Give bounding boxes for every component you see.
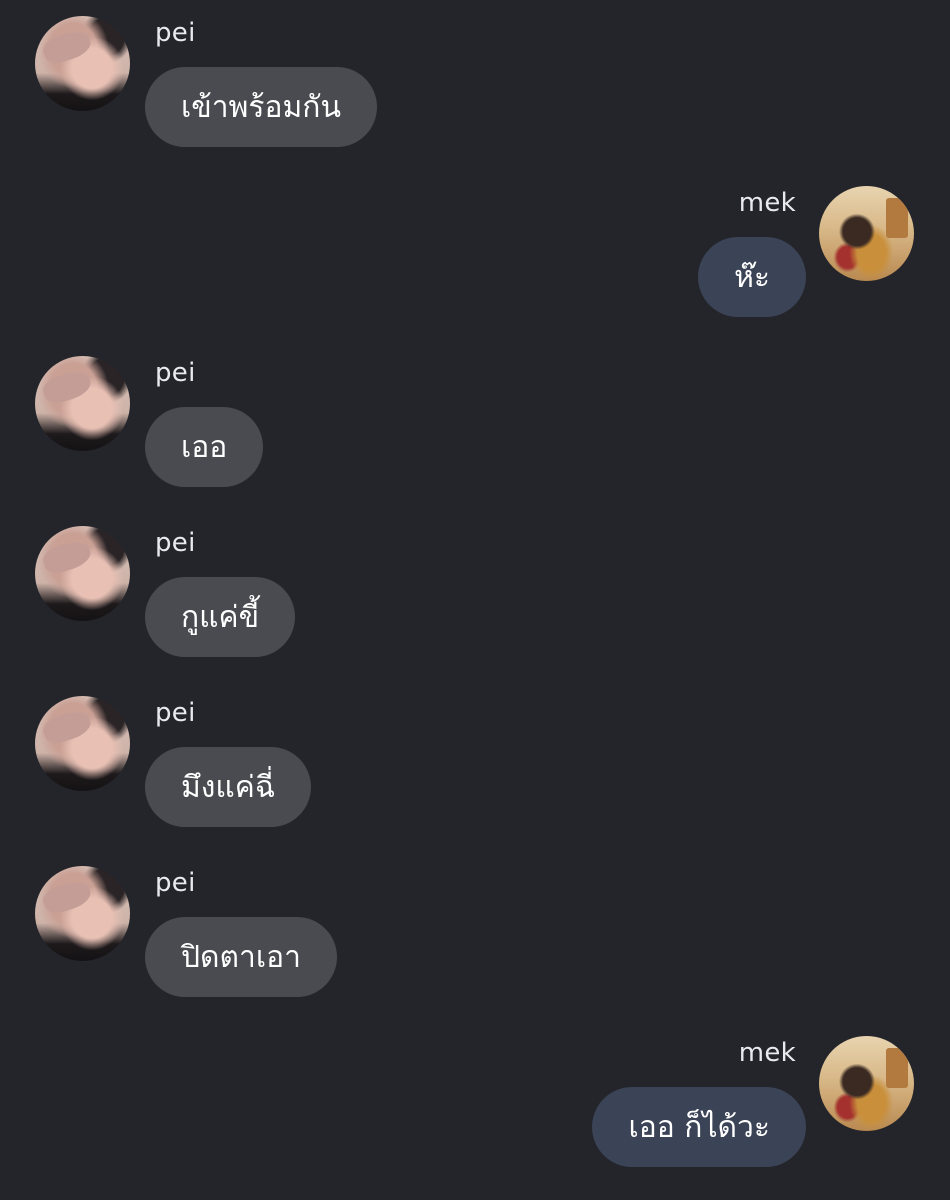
message-row: pei เออ: [0, 340, 950, 510]
sender-name: mek: [738, 1038, 796, 1068]
sender-name: pei: [155, 868, 196, 898]
message-bubble[interactable]: ปิดตาเอา: [145, 917, 337, 997]
sender-name: mek: [738, 188, 796, 218]
message-bubble[interactable]: มึงแค่ฉี่: [145, 747, 312, 827]
avatar-pei[interactable]: [35, 866, 130, 961]
sender-name: pei: [155, 528, 196, 558]
message-row: pei มึงแค่ฉี่: [0, 680, 950, 850]
sender-name: pei: [155, 358, 196, 388]
sender-name: pei: [155, 18, 196, 48]
message-bubble[interactable]: เออ: [145, 407, 264, 487]
avatar-pei[interactable]: [35, 696, 130, 791]
message-row: pei ปิดตาเอา: [0, 850, 950, 1020]
message-bubble[interactable]: เข้าพร้อมกัน: [145, 67, 377, 147]
message-row: mek เออ ก็ได้วะ: [0, 1020, 950, 1190]
sender-name: pei: [155, 698, 196, 728]
message-row: pei เข้าพร้อมกัน: [0, 0, 950, 170]
message-row: mek ห๊ะ: [0, 170, 950, 340]
chat-thread: pei เข้าพร้อมกัน mek ห๊ะ pei เออ pei กูแ…: [0, 0, 950, 1200]
message-bubble[interactable]: เออ ก็ได้วะ: [592, 1087, 806, 1167]
message-bubble[interactable]: กูแค่ขี้: [145, 577, 296, 657]
avatar-pei[interactable]: [35, 526, 130, 621]
avatar-pei[interactable]: [35, 16, 130, 111]
avatar-mek[interactable]: [819, 186, 914, 281]
avatar-pei[interactable]: [35, 356, 130, 451]
message-row: pei กูแค่ขี้: [0, 510, 950, 680]
message-bubble[interactable]: ห๊ะ: [698, 237, 806, 317]
avatar-mek[interactable]: [819, 1036, 914, 1131]
